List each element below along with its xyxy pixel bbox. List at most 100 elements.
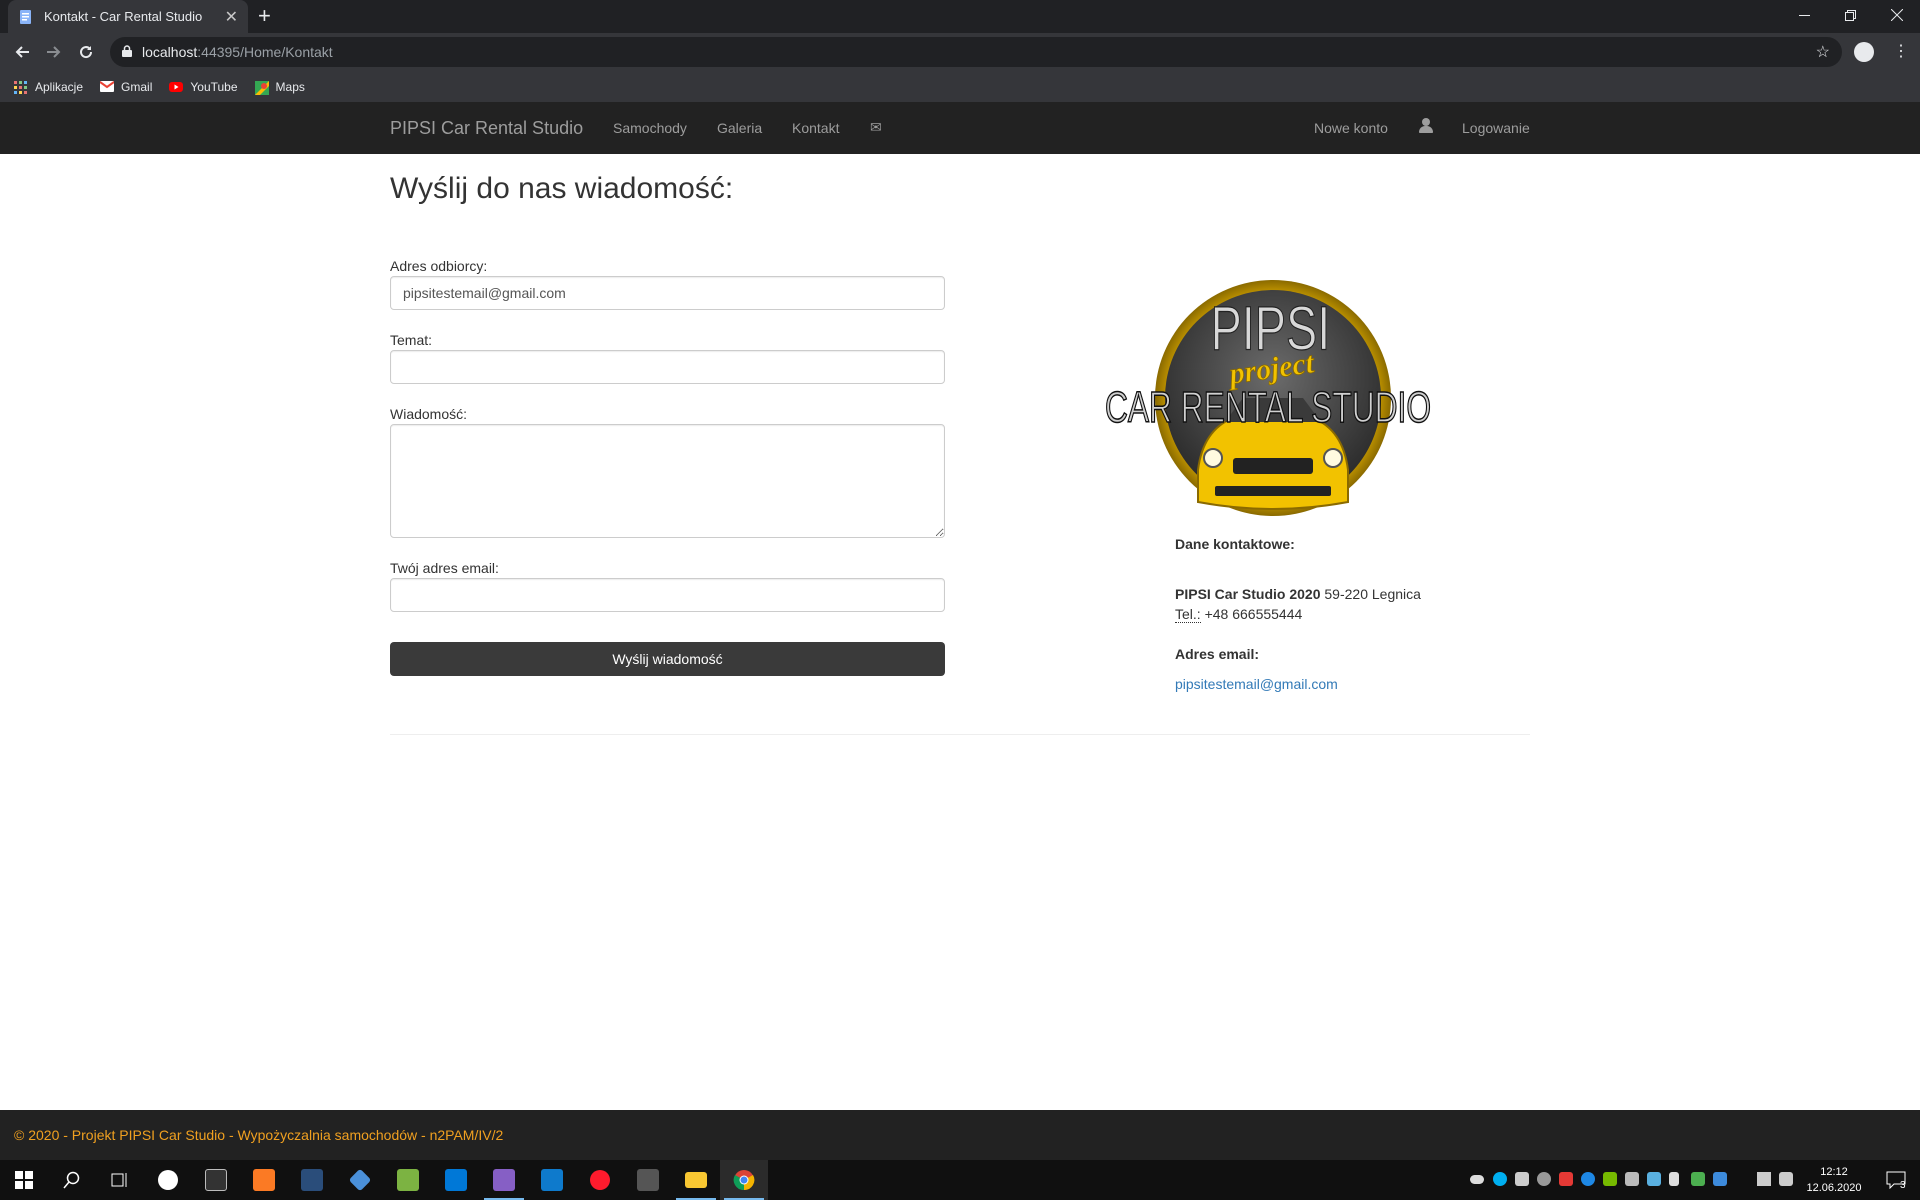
contact-email-link[interactable]: pipsitestemail@gmail.com xyxy=(1175,676,1338,692)
envelope-icon[interactable]: ✉ xyxy=(870,119,882,136)
slack-icon[interactable] xyxy=(1515,1172,1529,1186)
usb-icon[interactable] xyxy=(1669,1172,1679,1186)
tray-app-icon[interactable] xyxy=(1537,1172,1551,1186)
calculator-icon[interactable] xyxy=(624,1160,672,1200)
bookmarks-bar: Aplikacje Gmail YouTube Maps xyxy=(0,71,1920,102)
subject-label: Temat: xyxy=(390,332,433,348)
bookmark-maps[interactable]: Maps xyxy=(254,79,305,95)
chrome-icon[interactable] xyxy=(720,1160,768,1200)
tray-device-icon[interactable] xyxy=(1625,1172,1639,1186)
nav-link-galeria[interactable]: Galeria xyxy=(717,120,762,136)
nav-link-samochody[interactable]: Samochody xyxy=(613,120,687,136)
clock-time: 12:12 xyxy=(1820,1166,1848,1178)
user-icon xyxy=(1419,118,1433,134)
recipient-email-field[interactable] xyxy=(390,276,945,310)
bookmark-apps[interactable]: Aplikacje xyxy=(14,80,83,94)
message-label: Wiadomość: xyxy=(390,406,468,422)
url-host: localhost xyxy=(142,44,198,60)
reload-icon[interactable] xyxy=(73,39,99,65)
sender-email-field[interactable] xyxy=(390,578,945,612)
tab-title: Kontakt - Car Rental Studio xyxy=(44,9,203,24)
file-explorer-icon[interactable] xyxy=(672,1160,720,1200)
bookmark-youtube[interactable]: YouTube xyxy=(169,79,238,94)
system-clock[interactable]: 12:12 12.06.2020 xyxy=(1800,1164,1868,1196)
message-textarea[interactable] xyxy=(390,424,945,538)
site-navbar: PIPSI Car Rental Studio Samochody Galeri… xyxy=(0,102,1920,154)
url-path: :44395/Home/Kontakt xyxy=(197,44,333,60)
defender-icon[interactable] xyxy=(1691,1172,1705,1186)
phone-number: +48 666555444 xyxy=(1200,606,1303,622)
windows-start-icon[interactable] xyxy=(0,1160,48,1200)
browser-tab[interactable]: Kontakt - Car Rental Studio ✕ xyxy=(8,0,248,33)
browser-menu-icon[interactable]: ⋮ xyxy=(1893,41,1909,61)
sender-email-label: Twój adres email: xyxy=(390,560,499,576)
phone-line: Tel.: +48 666555444 xyxy=(1175,606,1303,623)
mega-icon[interactable] xyxy=(1559,1172,1573,1186)
xampp-icon[interactable] xyxy=(240,1160,288,1200)
bluetooth-icon[interactable] xyxy=(1713,1172,1727,1186)
browser-tab-strip: Kontakt - Car Rental Studio ✕ + xyxy=(0,0,1920,33)
skype-icon[interactable] xyxy=(1493,1172,1507,1186)
notifications-icon[interactable]: 3 xyxy=(1872,1160,1920,1200)
close-window-button[interactable] xyxy=(1874,0,1920,30)
maps-icon xyxy=(254,80,269,95)
git-app-icon[interactable] xyxy=(336,1160,384,1200)
site-footer: © 2020 - Projekt PIPSI Car Studio - Wypo… xyxy=(0,1110,1920,1160)
sql-server-icon[interactable] xyxy=(288,1160,336,1200)
wifi-icon[interactable] xyxy=(1757,1172,1771,1186)
address-toolbar: localhost:44395/Home/Kontakt ☆ xyxy=(0,33,1920,71)
vscode-icon[interactable] xyxy=(528,1160,576,1200)
gmail-icon xyxy=(99,80,115,93)
apps-grid-icon xyxy=(14,80,28,94)
lock-icon xyxy=(122,44,132,60)
tray-blue-icon[interactable] xyxy=(1581,1172,1595,1186)
search-icon[interactable] xyxy=(48,1160,96,1200)
bookmark-label: Aplikacje xyxy=(35,79,84,94)
bookmark-gmail[interactable]: Gmail xyxy=(99,79,153,94)
profile-avatar-icon[interactable] xyxy=(1854,42,1874,62)
close-tab-icon[interactable]: ✕ xyxy=(225,7,238,27)
restore-window-button[interactable] xyxy=(1827,0,1873,30)
company-name: PIPSI Car Studio 2020 xyxy=(1175,586,1321,602)
task-view-icon[interactable] xyxy=(96,1160,144,1200)
bookmark-label: Maps xyxy=(275,79,305,94)
page-icon xyxy=(18,9,34,25)
page-title: Wyślij do nas wiadomość: xyxy=(390,172,734,205)
address-text: 59-220 Legnica xyxy=(1320,586,1421,602)
bookmark-label: YouTube xyxy=(190,79,238,94)
logo-text-car-rental-studio: CAR RENTAL STUDIO xyxy=(1105,383,1431,432)
nvidia-icon[interactable] xyxy=(1603,1172,1617,1186)
youtube-icon xyxy=(169,81,184,93)
onedrive-icon[interactable] xyxy=(1470,1175,1484,1184)
site-brand-link[interactable]: PIPSI Car Rental Studio xyxy=(390,118,583,139)
phone-label: Tel.: xyxy=(1175,606,1201,623)
recipient-label: Adres odbiorcy: xyxy=(390,258,488,274)
nav-link-login[interactable]: Logowanie xyxy=(1462,120,1530,136)
volume-icon[interactable] xyxy=(1779,1172,1793,1186)
notifications-count: 3 xyxy=(1900,1180,1906,1191)
footer-text: © 2020 - Projekt PIPSI Car Studio - Wypo… xyxy=(14,1127,504,1143)
company-logo: PIPSI project CAR RENTAL STUDIO xyxy=(1103,280,1433,520)
contact-heading: Dane kontaktowe: xyxy=(1175,536,1295,552)
nav-link-register[interactable]: Nowe konto xyxy=(1314,120,1388,136)
tray-network-app-icon[interactable] xyxy=(1647,1172,1661,1186)
photos-app-icon[interactable] xyxy=(144,1160,192,1200)
forward-arrow-icon[interactable] xyxy=(41,39,67,65)
back-arrow-icon[interactable] xyxy=(9,39,35,65)
deploy-app-icon[interactable] xyxy=(432,1160,480,1200)
subject-field[interactable] xyxy=(390,350,945,384)
new-tab-button[interactable]: + xyxy=(258,4,271,28)
bookmark-star-icon[interactable]: ☆ xyxy=(1816,42,1830,62)
email-heading: Adres email: xyxy=(1175,646,1260,662)
clock-date: 12.06.2020 xyxy=(1806,1182,1862,1194)
opera-icon[interactable] xyxy=(576,1160,624,1200)
nav-link-kontakt[interactable]: Kontakt xyxy=(792,120,839,136)
terminal-icon[interactable] xyxy=(192,1160,240,1200)
visual-studio-icon[interactable] xyxy=(480,1160,528,1200)
send-message-button[interactable]: Wyślij wiadomość xyxy=(390,642,945,676)
project-app-icon[interactable] xyxy=(384,1160,432,1200)
minimize-window-button[interactable] xyxy=(1781,0,1827,30)
url-bar[interactable]: localhost:44395/Home/Kontakt ☆ xyxy=(110,37,1842,67)
windows-taskbar: 12:12 12.06.2020 3 xyxy=(0,1160,1920,1200)
bookmark-label: Gmail xyxy=(121,79,153,94)
